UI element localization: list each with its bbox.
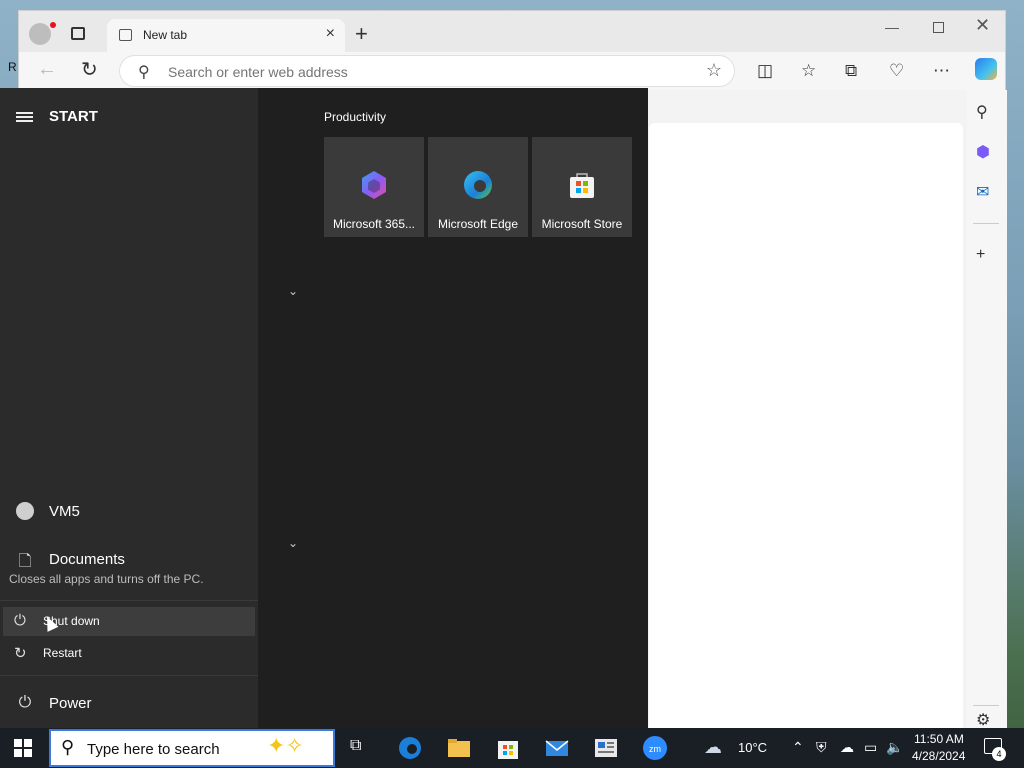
tile-label: Microsoft Edge [437,217,519,231]
weather-temperature[interactable]: 10°C [738,740,767,755]
browser-essentials-icon[interactable]: ♡ [889,61,904,81]
windows-start-button[interactable] [14,739,32,757]
close-tab-icon[interactable]: × [326,25,335,43]
power-icon: ⏻ [18,694,32,711]
search-highlight-icon: ✦✧ [267,733,304,758]
more-options-icon[interactable]: ⋯ [933,61,950,81]
search-icon: ⚲ [138,64,150,81]
search-icon[interactable]: ⚲ [976,102,988,122]
tile-group-header: Productivity [324,110,387,124]
sidebar-divider [973,223,999,224]
news-app-icon[interactable] [594,736,618,760]
windows-logo-icon [24,749,32,757]
onedrive-icon[interactable]: ☁ [840,739,854,756]
shut-down-option[interactable]: ⏻ Shut down [3,607,255,636]
power-label: Power [49,695,92,712]
back-button[interactable]: ← [37,58,57,81]
browser-sidebar: ⚲ ⬢ ✉ + ⚙ [967,90,1007,730]
network-icon[interactable]: ▭ [864,739,877,756]
restart-label: Restart [43,646,82,660]
chevron-down-icon[interactable]: ⌄ [288,536,298,550]
edge-taskbar-icon[interactable] [398,736,422,760]
notification-count-badge: 4 [992,747,1006,761]
windows-logo-icon [14,739,22,747]
tile-microsoft-365[interactable]: Microsoft 365... [324,137,424,237]
windows-logo-icon [24,739,32,747]
security-shield-icon[interactable]: ⛨ [816,739,827,756]
start-left-pane: START VM5 🗋 Documents Closes all apps an… [0,88,258,728]
store-taskbar-icon[interactable] [496,736,520,760]
add-sidebar-app-icon[interactable]: + [976,246,985,264]
document-icon: 🗋 [18,553,32,570]
mail-icon[interactable] [545,736,569,760]
collections-icon[interactable]: ⧉ [845,61,857,81]
profile-icon[interactable] [29,22,56,45]
search-icon: ⚲ [61,737,75,757]
documents-label: Documents [49,551,125,568]
clock-date[interactable]: 4/28/2024 [912,749,965,763]
start-user[interactable]: VM5 [0,494,258,530]
tab-title: New tab [143,28,188,42]
hamburger-menu-icon[interactable] [16,112,33,122]
settings-gear-icon[interactable]: ⚙ [976,710,990,730]
power-icon: ⏻ [14,612,26,629]
file-explorer-icon[interactable] [447,736,471,760]
weather-cloud-icon[interactable]: ☁ [704,737,722,758]
sidebar-divider [973,705,999,706]
volume-muted-icon[interactable]: 🔈 [886,739,903,756]
tile-microsoft-store[interactable]: Microsoft Store [532,137,632,237]
start-title: START [49,108,98,125]
address-bar[interactable]: ⚲ ☆ [119,55,735,87]
restart-option[interactable]: ↻ Restart [3,639,255,668]
windows-logo-icon [14,749,22,757]
address-input[interactable] [168,64,668,80]
close-window-button[interactable]: ✕ [975,15,990,36]
tab-bar: New tab × + — ✕ [19,11,1005,52]
user-avatar-icon [16,502,34,520]
outlook-icon[interactable]: ✉ [976,182,989,202]
favorite-star-icon[interactable]: ☆ [706,60,722,81]
taskbar-search-box[interactable]: ⚲ Type here to search ✦✧ [49,729,335,767]
zoom-icon[interactable]: zm [643,736,667,760]
restart-icon: ↻ [14,645,27,662]
tile-label: Microsoft Store [541,217,623,231]
copilot-icon[interactable] [975,58,997,80]
chevron-down-icon[interactable]: ⌄ [288,284,298,298]
svg-text:zm: zm [649,744,661,754]
shutdown-tooltip: Closes all apps and turns off the PC. [9,572,204,586]
start-menu: START VM5 🗋 Documents Closes all apps an… [0,88,648,728]
task-view-icon[interactable]: ⧉ [350,737,361,755]
search-placeholder: Type here to search [87,741,220,758]
edge-icon [464,171,492,199]
store-icon [570,173,594,198]
power-options-menu: ⏻ Shut down ↻ Restart [0,600,258,676]
favorites-icon[interactable]: ☆ [801,61,816,81]
new-tab-page-icon [119,29,132,41]
tile-microsoft-edge[interactable]: Microsoft Edge [428,137,528,237]
taskbar: ⚲ Type here to search ✦✧ ⧉ zm ☁ 10°C ⌃ ⛨… [0,728,1024,768]
browser-toolbar: ← ↻ ⚲ ☆ ◫ ☆ ⧉ ♡ ⋯ [19,52,1005,90]
chevron-up-icon[interactable]: ⌃ [792,739,804,756]
microsoft-365-icon [362,171,386,199]
content-card [649,123,963,728]
split-screen-icon[interactable]: ◫ [757,61,773,81]
new-tab-button[interactable]: + [355,21,368,47]
user-name: VM5 [49,503,80,520]
minimize-button[interactable]: — [885,19,899,35]
copilot-sidebar-icon[interactable]: ⬢ [976,142,990,162]
tab-new-tab[interactable]: New tab × [107,19,345,52]
tab-actions-icon[interactable] [71,27,85,40]
tile-label: Microsoft 365... [332,217,416,231]
start-power[interactable]: ⏻ Power [0,686,258,722]
maximize-button[interactable] [933,22,944,33]
clock-time[interactable]: 11:50 AM [914,732,964,746]
refresh-button[interactable]: ↻ [81,57,98,82]
desktop-edge-text: R [8,60,17,74]
